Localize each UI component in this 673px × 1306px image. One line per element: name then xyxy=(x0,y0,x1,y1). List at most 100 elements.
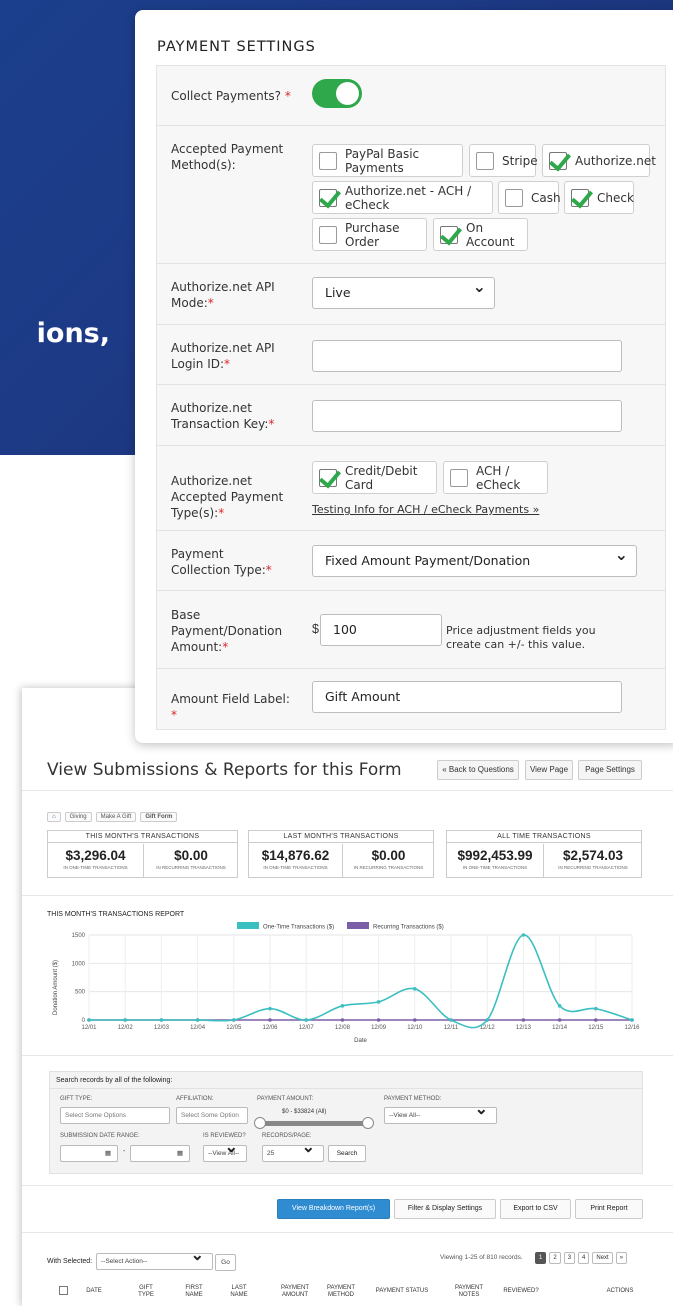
collect-payments-toggle[interactable] xyxy=(312,79,362,108)
x-tick-label: 12/14 xyxy=(552,1025,568,1031)
export-csv-button[interactable]: Export to CSV xyxy=(500,1199,571,1219)
login-id-input[interactable] xyxy=(312,340,622,372)
required-asterisk: * xyxy=(207,296,214,310)
payment-amount-slider[interactable] xyxy=(258,1121,366,1126)
slider-min-handle[interactable] xyxy=(254,1117,266,1129)
col-gift-type[interactable]: GIFT TYPE xyxy=(134,1285,158,1299)
divider xyxy=(22,895,673,896)
method-stripe-checkbox[interactable]: Stripe xyxy=(469,144,538,177)
go-button[interactable]: Go xyxy=(215,1254,236,1271)
view-breakdown-button[interactable]: View Breakdown Report(s) xyxy=(277,1199,390,1219)
method-paypal-checkbox[interactable]: PayPal Basic Payments xyxy=(312,144,463,177)
x-tick-label: 12/04 xyxy=(190,1025,206,1031)
col-first-name[interactable]: FIRST NAME xyxy=(180,1285,208,1299)
last-page[interactable]: » xyxy=(615,1252,628,1264)
affiliation-multiselect[interactable]: Select Some Option xyxy=(176,1107,248,1124)
method-authorize-net-checkbox[interactable]: Authorize.net xyxy=(542,144,656,177)
checkbox-box xyxy=(319,151,337,170)
y-tick-label: 1000 xyxy=(72,961,86,967)
filter-display-settings-button[interactable]: Filter & Display Settings xyxy=(394,1199,496,1219)
page-3[interactable]: 3 xyxy=(563,1252,576,1264)
home-icon[interactable]: ⌂ xyxy=(47,812,61,822)
data-point xyxy=(268,1018,272,1022)
api-mode-select[interactable]: Live xyxy=(312,272,495,309)
page-2[interactable]: 2 xyxy=(549,1252,561,1264)
amount-field-input[interactable]: Gift Amount xyxy=(312,681,622,713)
date-to-input[interactable]: ▦ xyxy=(130,1145,190,1162)
x-tick-label: 12/01 xyxy=(81,1025,97,1031)
method-on-account-checkbox[interactable]: On Account xyxy=(433,218,528,251)
pagination: 1 2 3 4 Next » xyxy=(535,1252,628,1264)
method-check-checkbox[interactable]: Check xyxy=(564,181,634,214)
affiliation-label: AFFILIATION: xyxy=(176,1096,214,1102)
select-all-checkbox[interactable] xyxy=(59,1286,68,1295)
view-page-button[interactable]: View Page xyxy=(525,760,573,780)
breadcrumb-item[interactable]: Giving xyxy=(64,812,92,822)
base-amount-input[interactable]: 100 xyxy=(320,614,442,646)
col-reviewed[interactable]: REVIEWED? xyxy=(499,1288,543,1295)
stat-value: $992,453.99 xyxy=(457,848,533,863)
method-label: Check xyxy=(597,190,634,205)
col-payment-amount[interactable]: PAYMENT AMOUNT xyxy=(276,1285,314,1299)
legend-swatch xyxy=(347,922,369,929)
accepted-methods-row: Accepted Payment Method(s): PayPal Basic… xyxy=(157,126,665,264)
next-page[interactable]: Next xyxy=(592,1252,613,1264)
data-point xyxy=(594,1018,598,1022)
col-date[interactable]: DATE xyxy=(84,1288,104,1295)
x-axis-label: Date xyxy=(354,1038,367,1044)
date-from-input[interactable]: ▦ xyxy=(60,1145,118,1162)
checkmark-icon xyxy=(440,225,458,244)
payment-settings-title: PAYMENT SETTINGS xyxy=(157,39,316,55)
type-label: Credit/Debit Card xyxy=(345,463,418,492)
page-1[interactable]: 1 xyxy=(535,1252,547,1264)
breadcrumb-item[interactable]: Gift Form xyxy=(140,812,178,822)
type-ach-echeck-checkbox[interactable]: ACH / eCheck xyxy=(443,461,548,494)
type-credit-card-checkbox[interactable]: Credit/Debit Card xyxy=(312,461,437,494)
stat-value: $0.00 xyxy=(174,848,208,863)
checkbox-box xyxy=(319,225,337,244)
slider-max-handle[interactable] xyxy=(362,1117,374,1129)
series-line xyxy=(89,934,633,1029)
viewing-count: Viewing 1-25 of 810 records. xyxy=(440,1254,523,1261)
reviewed-select[interactable]: --View All-- xyxy=(203,1140,247,1162)
y-axis-label: Donation Amount ($) xyxy=(53,960,59,1015)
stat-value: $2,574.03 xyxy=(562,848,624,863)
back-to-questions-button[interactable]: « Back to Questions xyxy=(437,760,519,780)
api-mode-label: Authorize.net API Mode: xyxy=(171,280,275,310)
method-cash-checkbox[interactable]: Cash xyxy=(498,181,561,214)
divider xyxy=(22,790,673,791)
checkbox-box xyxy=(505,188,523,207)
payment-settings-panel: Collect Payments? * Accepted Payment Met… xyxy=(156,65,666,730)
transaction-key-input[interactable] xyxy=(312,400,622,432)
col-last-name[interactable]: LAST NAME xyxy=(225,1285,253,1299)
print-report-button[interactable]: Print Report xyxy=(575,1199,643,1219)
stat-header: ALL TIME TRANSACTIONS xyxy=(447,831,641,843)
col-actions[interactable]: ACTIONS xyxy=(602,1288,638,1295)
data-point xyxy=(376,1000,381,1004)
method-label: Authorize.net xyxy=(575,153,656,168)
page-4[interactable]: 4 xyxy=(578,1252,590,1264)
breadcrumb-item[interactable]: Make A Gift xyxy=(95,812,137,822)
data-point xyxy=(268,1006,272,1011)
gift-type-multiselect[interactable]: Select Some Options xyxy=(60,1107,170,1124)
payment-method-label: PAYMENT METHOD: xyxy=(384,1096,442,1102)
data-point xyxy=(521,933,526,937)
method-purchase-order-checkbox[interactable]: Purchase Order xyxy=(312,218,427,251)
page-settings-button[interactable]: Page Settings xyxy=(578,760,642,780)
col-payment-method[interactable]: PAYMENT METHOD xyxy=(322,1285,360,1299)
x-tick-label: 12/05 xyxy=(226,1025,242,1031)
bulk-action-select[interactable]: --Select Action-- xyxy=(96,1248,213,1270)
x-tick-label: 12/13 xyxy=(516,1025,532,1031)
data-point xyxy=(557,1018,562,1022)
records-per-page-select[interactable]: 25 xyxy=(262,1140,324,1162)
payment-method-select[interactable]: --View All-- xyxy=(384,1102,497,1124)
collection-type-select[interactable]: Fixed Amount Payment/Donation xyxy=(312,540,637,577)
search-button[interactable]: Search xyxy=(328,1145,366,1162)
method-ach-echeck-checkbox[interactable]: Authorize.net - ACH / eCheck xyxy=(312,181,493,214)
testing-info-link[interactable]: Testing Info for ACH / eCheck Payments » xyxy=(312,503,539,516)
data-point xyxy=(521,1018,526,1022)
col-payment-notes[interactable]: PAYMENT NOTES xyxy=(450,1285,488,1299)
calendar-icon: ▦ xyxy=(176,1150,183,1157)
col-payment-status[interactable]: PAYMENT STATUS xyxy=(371,1288,433,1295)
y-tick-label: 0 xyxy=(82,1018,86,1024)
